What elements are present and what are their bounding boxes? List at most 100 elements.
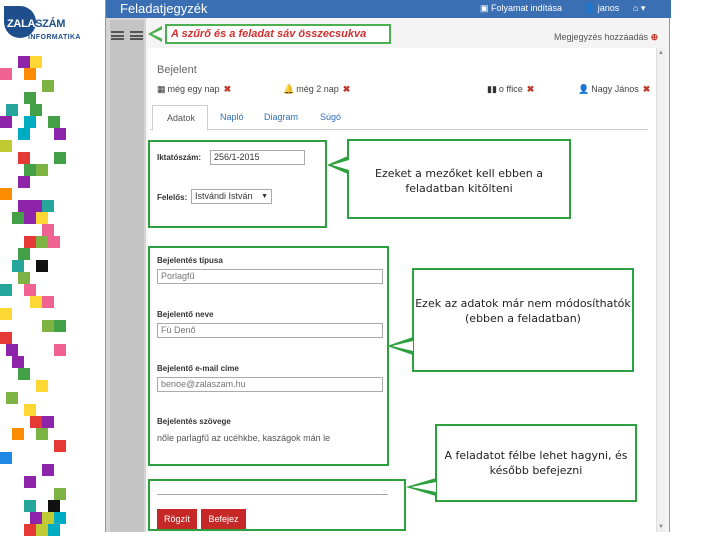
- panel-scrollbar[interactable]: ▲ ▼: [656, 48, 665, 532]
- decorative-square: [54, 488, 66, 500]
- meta-office: ▮▮ o ffice ✖: [487, 84, 535, 94]
- finish-button[interactable]: Befejez: [201, 509, 246, 529]
- decorative-square: [24, 68, 36, 80]
- decorative-square: [12, 428, 24, 440]
- callout-pause: A feladatot félbe lehet hagyni, és későb…: [435, 424, 637, 502]
- decorative-square: [42, 224, 54, 236]
- decorative-square: [0, 284, 12, 296]
- decorative-square: [42, 80, 54, 92]
- decorative-square: [36, 164, 48, 176]
- decorative-square: [42, 200, 54, 212]
- decorative-square: [24, 404, 36, 416]
- meta-owner: 👤 Nagy János ✖: [578, 84, 651, 94]
- decorative-square: [18, 152, 30, 164]
- chevron-down-icon: ▼: [261, 193, 268, 200]
- felelos-select[interactable]: Istvándi István ▼: [191, 189, 272, 204]
- resize-grip-icon: ..: [383, 486, 387, 493]
- decorative-square: [6, 344, 18, 356]
- tab-sugo[interactable]: Súgó: [320, 112, 341, 122]
- decorative-square: [36, 236, 48, 248]
- decorative-square: [42, 512, 54, 524]
- decorative-square: [12, 212, 24, 224]
- decorative-square: [36, 428, 48, 440]
- decorative-square: [18, 248, 30, 260]
- decorative-square: [18, 128, 30, 140]
- decorative-square: [48, 236, 60, 248]
- decorative-square: [30, 56, 42, 68]
- meta-due-two: 🔔 még 2 nap ✖: [283, 84, 351, 94]
- logo-text-top: ZALA: [7, 18, 36, 30]
- szoveg-field: nőle parlagfű az ucéhkbe, kaszágok mán l…: [157, 433, 331, 443]
- decorative-square: [6, 392, 18, 404]
- nev-field: Fü Denő: [157, 323, 383, 338]
- decorative-square: [18, 368, 30, 380]
- filter-toggle-icon[interactable]: [130, 31, 143, 40]
- section-title: Bejelent: [157, 64, 197, 76]
- note-textarea[interactable]: [157, 494, 388, 495]
- decorative-square: [36, 212, 48, 224]
- remove-icon[interactable]: ✖: [343, 84, 351, 94]
- user-icon: 👤: [578, 84, 590, 94]
- remove-icon[interactable]: ✖: [643, 84, 651, 94]
- add-icon: ⊕: [650, 32, 659, 42]
- tab-adatok[interactable]: Adatok: [152, 105, 208, 131]
- remove-icon[interactable]: ✖: [224, 84, 232, 94]
- decorative-square: [30, 104, 42, 116]
- decorative-square: [48, 116, 60, 128]
- decorative-square: [24, 476, 36, 488]
- process-icon: ▣: [480, 3, 492, 13]
- decorative-square: [24, 524, 36, 536]
- user-menu[interactable]: 👤 janos: [584, 0, 619, 17]
- process-start-link[interactable]: ▣ Folyamat indítása: [480, 0, 562, 17]
- callout-fill-fields: Ezeket a mezőket kell ebben a feladatban…: [347, 139, 571, 219]
- user-icon: 👤: [584, 3, 598, 13]
- top-navbar: Feladatjegyzék ▣ Folyamat indítása 👤 jan…: [106, 0, 671, 18]
- decorative-square: [18, 176, 30, 188]
- bell-icon: 🔔: [283, 84, 295, 94]
- remove-icon[interactable]: ✖: [527, 84, 535, 94]
- decorative-square: [42, 320, 54, 332]
- callout-readonly: Ezek az adatok már nem módosíthatók (ebb…: [412, 268, 634, 372]
- decorative-square: [24, 500, 36, 512]
- decorative-square: [18, 272, 30, 284]
- felelos-label: Felelős:: [157, 193, 188, 202]
- tipus-field: Porlagfű: [157, 269, 383, 284]
- collapsed-filter-sidebar: [106, 18, 146, 532]
- decorative-square: [48, 500, 60, 512]
- decorative-square: [0, 140, 12, 152]
- building-icon: ▮▮: [487, 84, 497, 94]
- scroll-down-icon[interactable]: ▼: [658, 524, 664, 530]
- decorative-square: [24, 212, 36, 224]
- decorative-square: [12, 356, 24, 368]
- decorative-square: [24, 236, 36, 248]
- decorative-square: [30, 296, 42, 308]
- decorative-square: [30, 512, 42, 524]
- decorative-square: [12, 260, 24, 272]
- szoveg-label: Bejelentés szövege: [157, 417, 231, 426]
- decorative-square: [24, 116, 36, 128]
- save-button[interactable]: Rögzít: [157, 509, 197, 529]
- brand-column: ZALASZÁM INFORMATIKA: [0, 0, 105, 540]
- decorative-square: [30, 416, 42, 428]
- add-note-link[interactable]: Megjegyzés hozzáadás ⊕: [554, 32, 658, 43]
- decorative-square: [6, 104, 18, 116]
- tab-naplo[interactable]: Napló: [220, 112, 244, 122]
- calendar-icon: ▦: [157, 84, 166, 94]
- decorative-square: [0, 452, 12, 464]
- email-label: Bejelentő e-mail címe: [157, 364, 239, 373]
- decorative-square: [36, 380, 48, 392]
- menu-toggle-icon[interactable]: [111, 31, 124, 40]
- decorative-square: [0, 68, 12, 80]
- home-menu[interactable]: ⌂ ▾: [633, 0, 645, 17]
- annotation-collapsed: A szűrő és a feladat sáv összecsukva: [165, 24, 391, 44]
- decorative-square: [54, 152, 66, 164]
- decorative-square: [0, 332, 12, 344]
- decorative-square: [54, 512, 66, 524]
- app-title[interactable]: Feladatjegyzék: [120, 0, 207, 17]
- decorative-square: [0, 188, 12, 200]
- tab-diagram[interactable]: Diagram: [264, 112, 298, 122]
- decorative-square: [24, 92, 36, 104]
- scroll-up-icon[interactable]: ▲: [658, 50, 664, 56]
- iktatoszam-input[interactable]: 256/1-2015: [210, 150, 305, 165]
- zalaszam-logo: ZALASZÁM INFORMATIKA: [4, 6, 100, 46]
